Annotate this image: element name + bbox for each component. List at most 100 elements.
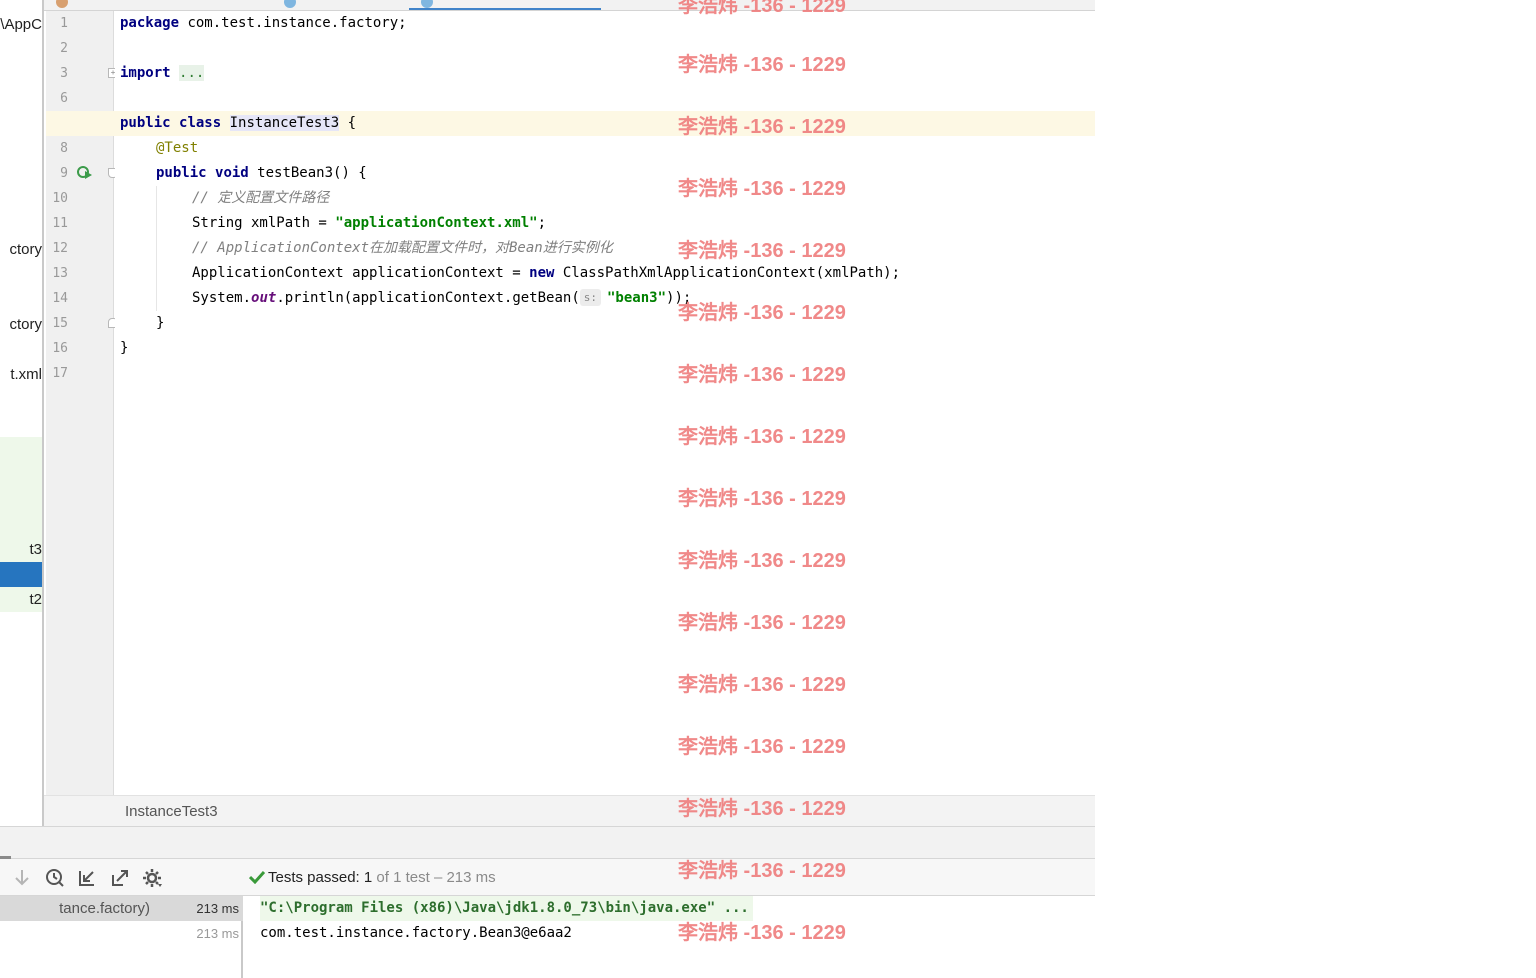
code-line-12: // ApplicationContext在加载配置文件时，对Bean进行实例化 xyxy=(192,236,613,261)
editor-tab-active[interactable] xyxy=(409,0,601,10)
line-number: 1 xyxy=(60,16,68,31)
watermark: 李浩炜 -136 - 1229 xyxy=(678,674,846,696)
line-number: 3 xyxy=(60,66,68,81)
test-row[interactable]: 213 ms xyxy=(0,921,243,946)
test-results-tree: tance.factory) 213 ms 213 ms xyxy=(0,896,243,978)
line-number: 8 xyxy=(60,141,68,156)
code-line-9: public void testBean3() { xyxy=(156,161,367,186)
code-line-8: @Test xyxy=(156,136,198,161)
code-text: ; xyxy=(537,215,547,231)
code-text: } xyxy=(156,315,165,331)
history-icon[interactable] xyxy=(44,867,66,889)
tree-item-label: ctory xyxy=(9,316,42,333)
code-line-11: String xmlPath = "applicationContext.xml… xyxy=(192,211,546,236)
watermark: 李浩炜 -136 - 1229 xyxy=(678,860,846,882)
tree-item-label: ctory xyxy=(9,241,42,258)
indent-guide xyxy=(156,186,157,311)
code-text: testBean3() { xyxy=(248,165,367,181)
tree-item-factory-package-2[interactable]: ctory xyxy=(0,312,42,337)
line-number: 12 xyxy=(52,241,68,256)
sort-down-icon[interactable] xyxy=(11,867,33,889)
status-count: 1 xyxy=(363,869,373,886)
watermark: 李浩炜 -136 - 1229 xyxy=(678,798,846,820)
pass-check-icon xyxy=(249,870,265,884)
line-number: 14 xyxy=(52,291,68,306)
line-number: 2 xyxy=(60,41,68,56)
line-number: 16 xyxy=(52,341,68,356)
code-text: String xmlPath = xyxy=(192,215,336,231)
tree-selected-row[interactable] xyxy=(0,562,42,587)
watermark: 李浩炜 -136 - 1229 xyxy=(678,550,846,572)
annotation: @Test xyxy=(156,140,199,156)
run-tool-window-header xyxy=(0,826,1095,859)
line-number: 13 xyxy=(52,266,68,281)
folded-imports[interactable]: ... xyxy=(179,65,205,81)
tree-item-project-path[interactable]: \AppC xyxy=(0,12,42,37)
code-line-7: public class InstanceTest3 { xyxy=(120,111,356,136)
watermark: 李浩炜 -136 - 1229 xyxy=(678,54,846,76)
comment: // ApplicationContext在加载配置文件时，对Bean进行实例化 xyxy=(192,240,613,256)
test-row[interactable]: tance.factory) 213 ms xyxy=(0,896,243,921)
tree-item-label: t2 xyxy=(29,591,42,608)
keyword: void xyxy=(215,165,249,181)
test-duration: 213 ms xyxy=(196,901,239,916)
line-number: 17 xyxy=(52,366,68,381)
class-file-icon xyxy=(421,0,433,8)
code-text: com.test.instance.factory; xyxy=(179,15,407,31)
editor-tab[interactable] xyxy=(56,0,206,10)
watermark: 李浩炜 -136 - 1229 xyxy=(678,240,846,262)
line-number: 10 xyxy=(52,191,68,206)
watermark: 李浩炜 -136 - 1229 xyxy=(678,922,846,944)
watermark: 李浩炜 -136 - 1229 xyxy=(678,302,846,324)
keyword: public xyxy=(156,165,207,181)
code-text: System. xyxy=(192,290,252,306)
tree-item-factory-package[interactable]: ctory xyxy=(0,237,42,262)
watermark: 李浩炜 -136 - 1229 xyxy=(678,612,846,634)
editor-tab-bar xyxy=(44,0,1095,11)
string-literal: "applicationContext.xml" xyxy=(335,215,538,231)
keyword: import xyxy=(120,65,171,81)
code-text: ApplicationContext applicationContext = xyxy=(192,265,530,281)
keyword: class xyxy=(179,115,222,131)
code-text: { xyxy=(339,115,357,131)
watermark: 李浩炜 -136 - 1229 xyxy=(678,178,846,200)
keyword: package xyxy=(120,15,180,31)
editor-tab[interactable] xyxy=(284,0,404,10)
code-line-3: import ... xyxy=(120,61,205,86)
code-line-15: } xyxy=(156,311,164,336)
code-text: ClassPathXmlApplicationContext(xmlPath); xyxy=(554,265,901,281)
tree-item-xml-file[interactable]: t.xml xyxy=(0,362,42,387)
string-literal: "bean3" xyxy=(607,290,667,306)
line-number: 9 xyxy=(60,166,68,181)
status-detail: of 1 test – 213 ms xyxy=(376,869,496,886)
watermark: 李浩炜 -136 - 1229 xyxy=(678,0,846,17)
keyword: new xyxy=(529,265,555,281)
breadcrumb[interactable]: InstanceTest3 xyxy=(125,796,218,827)
run-test-icon[interactable] xyxy=(77,165,93,181)
code-line-16: } xyxy=(120,336,128,361)
gear-icon[interactable] xyxy=(142,867,164,889)
tree-item-test3[interactable]: t3 xyxy=(0,537,42,562)
tree-item-label: \AppC xyxy=(0,16,42,33)
line-number: 11 xyxy=(52,216,68,231)
code-editor[interactable]: package com.test.instance.factory; impor… xyxy=(46,11,1095,795)
watermark: 李浩炜 -136 - 1229 xyxy=(678,488,846,510)
export-icon[interactable] xyxy=(109,867,131,889)
test-name: tance.factory) xyxy=(59,900,150,917)
line-number: 6 xyxy=(60,91,68,106)
watermark: 李浩炜 -136 - 1229 xyxy=(678,426,846,448)
watermark: 李浩炜 -136 - 1229 xyxy=(678,364,846,386)
project-tree-panel: \AppC ctory ctory t.xml t3 t2 xyxy=(0,0,44,826)
line-number: 15 xyxy=(52,316,68,331)
code-line-13: ApplicationContext applicationContext = … xyxy=(192,261,900,286)
console-command-line[interactable]: "C:\Program Files (x86)\Java\jdk1.8.0_73… xyxy=(260,896,753,921)
xml-file-icon xyxy=(56,0,68,8)
test-status-text: Tests passed: 1 of 1 test – 213 ms xyxy=(249,859,496,896)
class-name: InstanceTest3 xyxy=(229,115,340,131)
tree-item-test2[interactable]: t2 xyxy=(0,587,42,612)
console-output[interactable]: "C:\Program Files (x86)\Java\jdk1.8.0_73… xyxy=(245,896,1095,978)
code-line-1: package com.test.instance.factory; xyxy=(120,11,407,36)
import-icon[interactable] xyxy=(76,867,98,889)
test-duration: 213 ms xyxy=(196,926,239,941)
parameter-hint: s: xyxy=(579,289,601,306)
